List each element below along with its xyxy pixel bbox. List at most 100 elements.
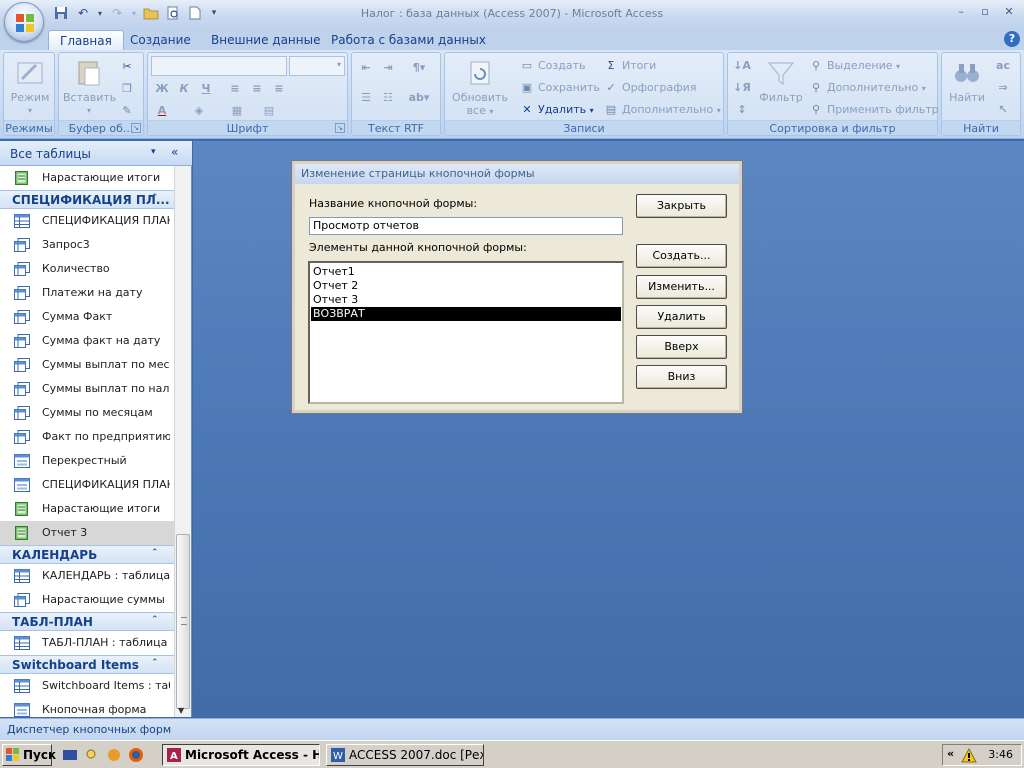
nav-item[interactable]: Кнопочная форма	[0, 698, 174, 717]
align-left-icon[interactable]: ≡	[224, 80, 246, 98]
nav-item[interactable]: Платежи на дату	[0, 281, 174, 305]
nav-item[interactable]: Количество	[0, 257, 174, 281]
create-item-button[interactable]: Создать...	[636, 244, 727, 268]
filter-button[interactable]: Фильтр	[758, 57, 804, 104]
start-button[interactable]: Пуск	[2, 744, 56, 766]
goto-icon[interactable]: ⇒	[992, 79, 1014, 97]
list-item[interactable]: Отчет1	[311, 265, 621, 279]
nav-item[interactable]: Нарастающие итоги	[0, 166, 174, 190]
form-name-input[interactable]: Просмотр отчетов	[309, 217, 623, 235]
collapse-chevron-icon[interactable]: ⌃	[151, 193, 159, 203]
sort-descending-icon[interactable]: ↓Я	[731, 79, 753, 97]
nav-item[interactable]: Switchboard Items : таб...	[0, 674, 174, 698]
minimize-button[interactable]: –	[950, 3, 972, 21]
list-item[interactable]: Отчет 3	[311, 293, 621, 307]
sort-ascending-icon[interactable]: ↓A	[731, 57, 753, 75]
nav-scrollbar[interactable]: ▼	[174, 166, 191, 717]
decrease-indent-icon[interactable]: ⇤	[355, 59, 377, 77]
nav-item[interactable]: Суммы выплат по нало...	[0, 377, 174, 401]
nav-group-header[interactable]: СПЕЦИФИКАЦИЯ ПЛ... ⌃	[0, 190, 174, 209]
task-access[interactable]: A Microsoft Access - На...	[162, 744, 320, 766]
scroll-down-icon[interactable]: ▼	[178, 706, 184, 715]
collapse-chevron-icon[interactable]: ⌃	[151, 615, 159, 625]
tab-home[interactable]: Главная	[48, 30, 124, 50]
clear-sort-icon[interactable]: ↕	[731, 101, 753, 119]
gridlines-icon[interactable]: ▦	[226, 102, 248, 120]
align-right-icon[interactable]: ≡	[268, 80, 290, 98]
more-records-button[interactable]: ▤ Дополнительно ▾	[603, 100, 721, 120]
collapse-chevron-icon[interactable]: ⌃	[151, 658, 159, 668]
close-dialog-button[interactable]: Закрыть	[636, 194, 727, 218]
align-center-icon[interactable]: ≡	[246, 80, 268, 98]
bulleted-list-icon[interactable]: ☷	[377, 89, 399, 107]
help-icon[interactable]: ?	[1004, 31, 1020, 47]
advanced-filter-button[interactable]: ⚲ Дополнительно ▾	[808, 78, 926, 98]
font-size-select[interactable]: ▾	[289, 56, 345, 76]
list-item[interactable]: Отчет 2	[311, 279, 621, 293]
delete-record-button[interactable]: ✕ Удалить ▾	[519, 100, 593, 120]
nav-item[interactable]: СПЕЦИФИКАЦИЯ ПЛАН...	[0, 209, 174, 233]
nav-group-header[interactable]: Switchboard Items ⌃	[0, 655, 174, 674]
increase-indent-icon[interactable]: ⇥	[377, 59, 399, 77]
nav-item[interactable]: Сумма факт на дату	[0, 329, 174, 353]
warning-icon[interactable]	[961, 748, 977, 764]
nav-item[interactable]: Факт по предприятию	[0, 425, 174, 449]
delete-item-button[interactable]: Удалить	[636, 305, 727, 329]
find-button[interactable]: Найти	[944, 57, 990, 104]
cut-icon[interactable]: ✂	[119, 57, 138, 77]
replace-icon[interactable]: ac	[992, 57, 1014, 75]
move-up-button[interactable]: Вверх	[636, 335, 727, 359]
search-icon[interactable]	[84, 747, 100, 763]
tab-database-tools[interactable]: Работа с базами данных	[320, 30, 497, 50]
font-launcher-icon[interactable]: ↘	[335, 123, 345, 133]
nav-item[interactable]: КАЛЕНДАРЬ : таблица	[0, 564, 174, 588]
nav-item[interactable]: Отчет 3	[0, 521, 174, 545]
nav-group-header[interactable]: ТАБЛ-ПЛАН ⌃	[0, 612, 174, 631]
view-button[interactable]: Режим ▾	[8, 57, 52, 117]
format-painter-icon[interactable]: ✎	[119, 101, 138, 121]
nav-item[interactable]: Перекрестный	[0, 449, 174, 473]
font-color-button[interactable]: A	[151, 102, 173, 120]
nav-header[interactable]: Все таблицы ▾ «	[0, 141, 192, 166]
save-record-button[interactable]: ▣ Сохранить	[519, 78, 600, 98]
selection-button[interactable]: ⚲ Выделение ▾	[808, 56, 900, 76]
numbered-list-icon[interactable]: ☰	[355, 89, 377, 107]
font-name-select[interactable]	[151, 56, 287, 76]
tab-create[interactable]: Создание	[119, 30, 202, 50]
spelling-button[interactable]: ✓ Орфография	[603, 78, 696, 98]
nav-dropdown-icon[interactable]: ▾	[151, 147, 156, 157]
messenger-icon[interactable]	[106, 747, 122, 763]
fill-color-icon[interactable]: ◈	[188, 102, 210, 120]
move-down-button[interactable]: Вниз	[636, 365, 727, 389]
copy-icon[interactable]: ❐	[119, 79, 138, 99]
paragraph-icon[interactable]: ¶▾	[404, 59, 434, 77]
nav-item[interactable]: Нарастающие суммы	[0, 588, 174, 612]
italic-button[interactable]: К	[173, 80, 195, 98]
edit-item-button[interactable]: Изменить...	[636, 275, 727, 299]
list-item-selected[interactable]: ВОЗВРАТ	[311, 307, 621, 321]
totals-button[interactable]: Σ Итоги	[603, 56, 657, 76]
refresh-all-button[interactable]: Обновить все ▾	[449, 57, 511, 118]
nav-item[interactable]: Сумма Факт	[0, 305, 174, 329]
task-word-doc[interactable]: W ACCESS 2007.doc [Режи...	[326, 744, 484, 766]
nav-item[interactable]: Суммы выплат по меся...	[0, 353, 174, 377]
firefox-icon[interactable]	[128, 747, 144, 763]
items-listbox[interactable]: Отчет1 Отчет 2 Отчет 3 ВОЗВРАТ	[308, 261, 624, 404]
collapse-chevron-icon[interactable]: ⌃	[151, 548, 159, 558]
nav-scroll-thumb[interactable]	[176, 534, 190, 709]
nav-item[interactable]: ТАБЛ-ПЛАН : таблица	[0, 631, 174, 655]
office-button[interactable]	[4, 2, 44, 42]
nav-item[interactable]: СПЕЦИФИКАЦИЯ ПЛАН...	[0, 473, 174, 497]
bold-button[interactable]: Ж	[151, 80, 173, 98]
restore-button[interactable]: ▫	[974, 3, 996, 21]
nav-item[interactable]: Нарастающие итоги	[0, 497, 174, 521]
close-button[interactable]: ✕	[998, 3, 1020, 21]
tab-external-data[interactable]: Внешние данные	[200, 30, 331, 50]
apply-filter-button[interactable]: ⚲ Применить фильтр	[808, 100, 939, 120]
highlight-icon[interactable]: ab▾	[404, 89, 434, 107]
nav-item[interactable]: Запрос3	[0, 233, 174, 257]
tray-expand-icon[interactable]: «	[947, 747, 954, 760]
nav-item[interactable]: Суммы по месяцам	[0, 401, 174, 425]
clipboard-launcher-icon[interactable]: ↘	[131, 123, 141, 133]
alternate-fill-icon[interactable]: ▤	[258, 102, 280, 120]
